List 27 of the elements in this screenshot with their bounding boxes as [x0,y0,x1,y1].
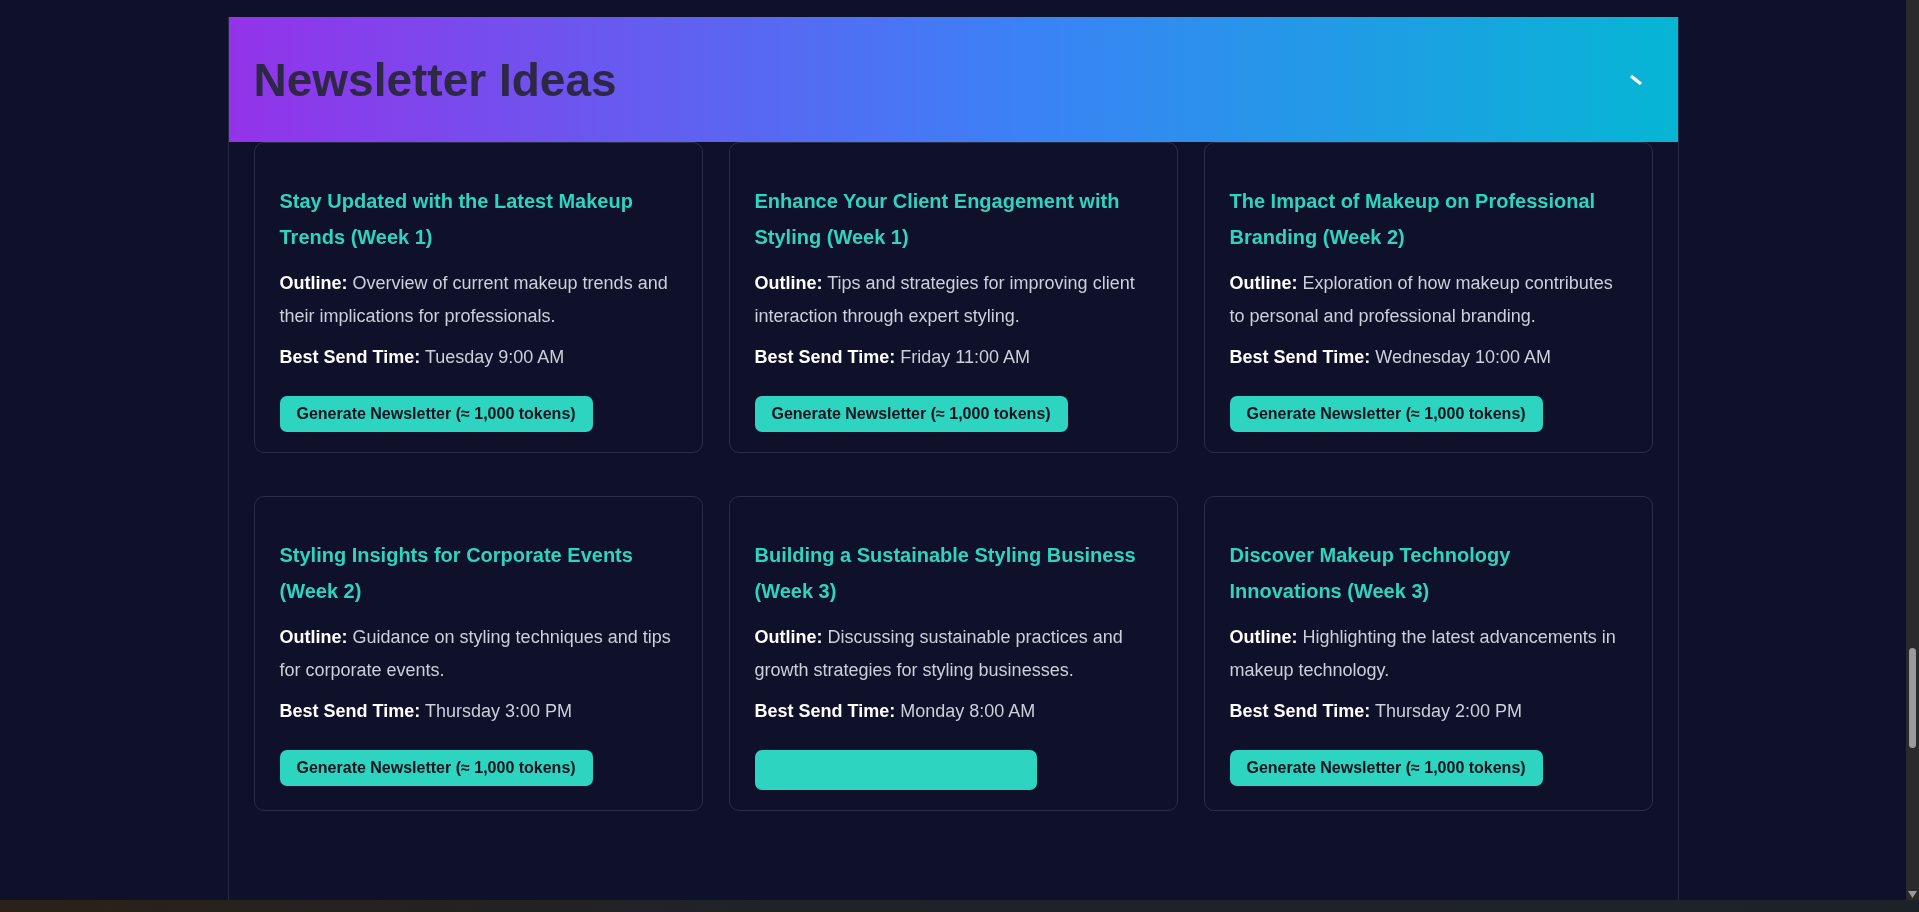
outline-text: Outline: Exploration of how makeup contributes to personal and professional branding. [1229,272,1614,328]
idea-title: Enhance Your Client Engagement with Styling (Week 1) [754,189,1121,250]
idea-title: Discover Makeup Technology Innovations (Week 3) [1229,543,1512,604]
outline-text: Outline: Discussing sustainable practices and growth strategies for styling businesses. [754,626,1124,682]
send-time-text: Best Send Time: Friday 11:00 AM [754,346,1030,369]
outline-text: Outline: Overview of current makeup trends and their implications for professionals. [279,272,669,328]
send-time-text: Best Send Time: Thursday 2:00 PM [1229,700,1522,723]
scrollbar-thumb[interactable] [1909,648,1916,748]
generate-button[interactable]: Generate Newsletter (≈ 1,000 tokens) [279,750,593,786]
page-title: Newsletter Ideas [253,52,617,107]
send-time-text: Best Send Time: Monday 8:00 AM [754,700,1036,723]
send-time-text: Best Send Time: Wednesday 10:00 AM [1229,346,1551,369]
generate-button[interactable]: Generate Newsletter (≈ 1,000 tokens) [1229,396,1543,432]
generate-button[interactable]: Generate Newsletter (≈ 1,000 tokens) [754,396,1068,432]
generate-button[interactable]: Generate Newsletter (≈ 1,000 tokens) [1229,750,1543,786]
outline-text: Outline: Highlighting the latest advancements in makeup technology. [1229,626,1617,682]
idea-title: The Impact of Makeup on Professional Branding (Week 2) [1229,189,1597,250]
send-time-text: Best Send Time: Thursday 3:00 PM [279,700,572,723]
idea-title: Building a Sustainable Styling Business (Week 3) [754,543,1137,604]
idea-title: Styling Insights for Corporate Events (Week 2) [279,543,634,604]
scrollbar[interactable] [1906,0,1919,900]
outline-text: Outline: Guidance on styling techniques and tips for corporate events. [279,626,672,682]
scroll-down-icon[interactable] [1908,891,1917,898]
send-time-text: Best Send Time: Tuesday 9:00 AM [279,346,565,369]
generate-button[interactable]: Generate Newsletter (≈ 1,000 tokens) [279,396,593,432]
outline-text: Outline: Tips and strategies for improving client interaction through expert styling. [754,272,1136,328]
idea-title: Stay Updated with the Latest Makeup Trends (Week 1) [279,189,634,250]
